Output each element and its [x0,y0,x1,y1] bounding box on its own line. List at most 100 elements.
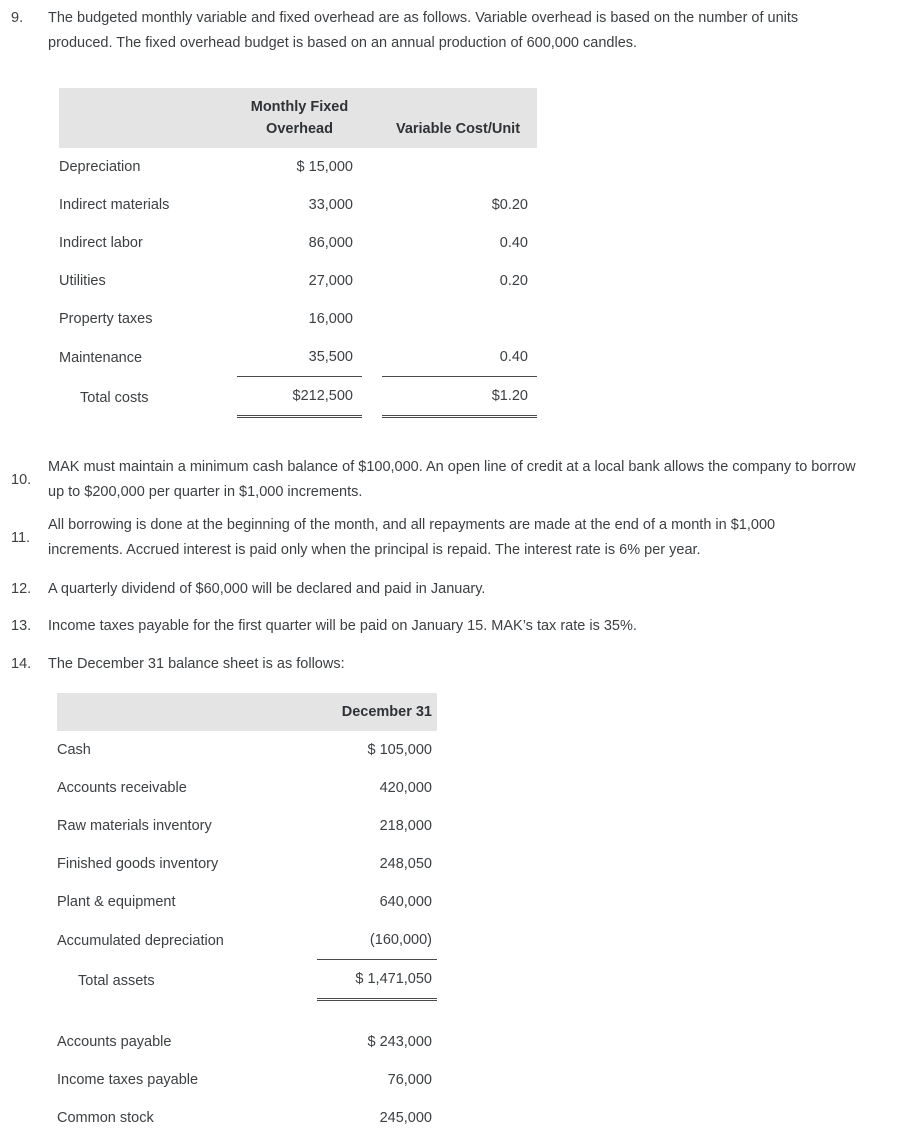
row-fixed-value: 33,000 [308,197,353,213]
table-row: Common stock 245,000 [57,1099,437,1137]
balance-table-body: Cash $ 105,000 Accounts receivable 420,0… [57,731,437,1137]
table-row: Raw materials inventory 218,000 [57,807,437,845]
row-label: Indirect labor [59,235,143,251]
list-item-11-number: 11. [11,529,31,546]
list-item-12: 12. A quarterly dividend of $60,000 will… [0,577,915,602]
overhead-table-header: Monthly Fixed Overhead Variable Cost/Uni… [59,88,537,148]
row-variable-value: 0.20 [499,273,528,289]
row-spacer [362,262,382,300]
row-label: Finished goods inventory [57,856,219,872]
row-amount: 640,000 [379,894,432,910]
overhead-header-fixed: Monthly Fixed Overhead [237,88,362,148]
row-variable-value [382,148,537,186]
table-row: Maintenance 35,500 0.40 [59,338,537,377]
table-row: Accumulated depreciation (160,000) [57,921,437,960]
table-row: Indirect materials 33,000 $0.20 [59,186,537,224]
table-gap-row [57,1000,437,1024]
row-label: Cash [57,742,91,758]
table-row: Utilities 27,000 0.20 [59,262,537,300]
row-spacer [362,186,382,224]
row-spacer [362,377,382,417]
total-fixed-value: $212,500 [237,376,362,418]
total-variable-value: $1.20 [382,376,537,418]
table-row: Indirect labor 86,000 0.40 [59,224,537,262]
row-amount: (160,000) [369,932,432,948]
list-item-14: 14. The December 31 balance sheet is as … [0,652,915,677]
overhead-header-variable: Variable Cost/Unit [382,88,537,148]
row-amount: $ 243,000 [367,1034,432,1050]
row-fixed-value: 35,500 [308,349,353,365]
gap-cell [317,1000,437,1024]
row-label: Accounts payable [57,1034,172,1050]
overhead-total-row: Total costs $212,500 $1.20 [59,376,537,418]
row-amount: 420,000 [379,780,432,796]
row-spacer [362,338,382,377]
table-row: Depreciation $ 15,000 [59,148,537,186]
list-item-12-text: A quarterly dividend of $60,000 will be … [48,581,486,597]
balance-sheet-table: December 31 Cash $ 105,000 Accounts rece… [57,693,437,1137]
row-spacer [362,148,382,186]
gap-cell [57,1000,317,1024]
row-variable-value [382,300,537,338]
list-item-9-number: 9. [11,10,24,26]
row-label: Income taxes payable [57,1072,199,1088]
total-label: Total costs [80,389,149,406]
overhead-header-spacer [362,88,382,148]
row-amount: 245,000 [379,1110,432,1126]
table-row: Plant & equipment 640,000 [57,883,437,921]
balance-header-row: December 31 [57,693,437,731]
list-item-13-text: Income taxes payable for the first quart… [48,618,637,634]
row-fixed-value: $ 15,000 [296,159,353,175]
row-label: Indirect materials [59,197,170,213]
row-label: Plant & equipment [57,894,176,910]
list-item-11: 11. All borrowing is done at the beginni… [0,513,915,563]
list-item-9: 9. The budgeted monthly variable and fix… [0,6,915,56]
row-label: Utilities [59,273,106,289]
table-row: Accounts receivable 420,000 [57,769,437,807]
row-amount: $ 105,000 [367,742,432,758]
row-fixed-value: 86,000 [308,235,353,251]
list-item-10-number: 10. [11,471,32,488]
list-item-9-text: The budgeted monthly variable and fixed … [48,10,799,51]
row-variable-value: 0.40 [499,235,528,251]
list-item-14-number: 14. [11,656,32,672]
list-item-14-text: The December 31 balance sheet is as foll… [48,656,345,672]
row-label: Maintenance [59,349,143,366]
total-assets-row: Total assets $ 1,471,050 [57,959,437,1001]
row-variable-value: $0.20 [491,197,528,213]
list-item-12-number: 12. [11,581,32,597]
table-row: Income taxes payable 76,000 [57,1061,437,1099]
row-spacer [362,300,382,338]
table-row: Finished goods inventory 248,050 [57,845,437,883]
list-item-10-text: MAK must maintain a minimum cash balance… [48,459,856,500]
total-label: Total assets [78,972,155,989]
overhead-budget-table: Monthly Fixed Overhead Variable Cost/Uni… [59,88,537,418]
row-fixed-value: 16,000 [308,311,353,327]
balance-table-header: December 31 [57,693,437,731]
balance-header-amount: December 31 [317,693,437,731]
list-item-10: 10. MAK must maintain a minimum cash bal… [0,455,915,505]
list-item-13-number: 13. [11,618,32,634]
overhead-table-body: Depreciation $ 15,000 Indirect materials… [59,148,537,418]
total-amount: $ 1,471,050 [317,959,437,1001]
table-row: Property taxes 16,000 [59,300,537,338]
row-amount: 218,000 [379,818,432,834]
overhead-header-row: Monthly Fixed Overhead Variable Cost/Uni… [59,88,537,148]
row-variable-value: 0.40 [499,349,528,365]
list-item-13: 13. Income taxes payable for the first q… [0,614,915,639]
row-amount: 76,000 [387,1072,432,1088]
row-label: Common stock [57,1110,154,1126]
table-row: Cash $ 105,000 [57,731,437,769]
row-spacer [362,224,382,262]
row-fixed-value: 27,000 [308,273,353,289]
row-label: Accounts receivable [57,780,187,796]
list-item-11-text: All borrowing is done at the beginning o… [48,517,776,558]
overhead-header-fixed-line2: Overhead [266,121,333,137]
row-label: Depreciation [59,159,141,175]
table-row: Accounts payable $ 243,000 [57,1023,437,1061]
balance-header-label [57,693,317,731]
overhead-header-label [59,88,237,148]
overhead-header-fixed-line1: Monthly Fixed [250,99,349,115]
row-label: Accumulated depreciation [57,932,224,949]
row-label: Property taxes [59,311,153,327]
